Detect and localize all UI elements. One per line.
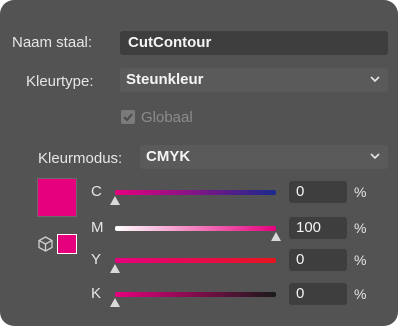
color-type-dropdown[interactable]: Steunkleur xyxy=(120,68,388,92)
channel-slider-track[interactable] xyxy=(115,190,276,195)
channel-label: M xyxy=(91,219,104,236)
channel-value-input[interactable]: 0 xyxy=(289,283,347,305)
color-mode-label: Kleurmodus: xyxy=(38,150,123,167)
channel-label: Y xyxy=(91,251,102,268)
channel-slider-thumb[interactable] xyxy=(271,232,281,241)
global-checkbox[interactable] xyxy=(121,110,135,124)
cube-icon[interactable] xyxy=(38,236,53,252)
channel-slider-thumb[interactable] xyxy=(110,264,120,273)
color-mode-value: CMYK xyxy=(146,148,191,165)
percent-unit: % xyxy=(354,220,367,236)
color-type-value: Steunkleur xyxy=(126,71,204,88)
channel-slider-track[interactable] xyxy=(115,292,276,297)
channel-value-input[interactable]: 0 xyxy=(289,181,347,203)
chevron-down-icon xyxy=(370,76,380,83)
chevron-down-icon xyxy=(370,153,380,160)
percent-unit: % xyxy=(354,286,367,302)
color-mode-dropdown[interactable]: CMYK xyxy=(140,145,388,169)
channel-value-input[interactable]: 0 xyxy=(289,249,347,271)
swatch-name-input[interactable]: CutContour xyxy=(120,31,388,55)
channel-slider-track[interactable] xyxy=(115,258,276,263)
channel-slider-thumb[interactable] xyxy=(110,196,120,205)
channel-label: C xyxy=(91,183,102,200)
color-type-label: Kleurtype: xyxy=(26,73,94,90)
channel-slider-thumb[interactable] xyxy=(110,298,120,307)
channel-value-input[interactable]: 100 xyxy=(289,217,347,239)
channel-label: K xyxy=(91,285,102,302)
checkmark-icon xyxy=(123,113,133,122)
global-label: Globaal xyxy=(141,109,193,126)
percent-unit: % xyxy=(354,184,367,200)
web-safe-color-swatch[interactable] xyxy=(57,234,77,254)
swatch-options-panel: Naam staal: CutContour Kleurtype: Steunk… xyxy=(0,0,398,326)
swatch-name-label: Naam staal: xyxy=(12,34,93,51)
color-preview-swatch xyxy=(37,178,77,217)
percent-unit: % xyxy=(354,252,367,268)
channel-slider-track[interactable] xyxy=(115,226,276,231)
